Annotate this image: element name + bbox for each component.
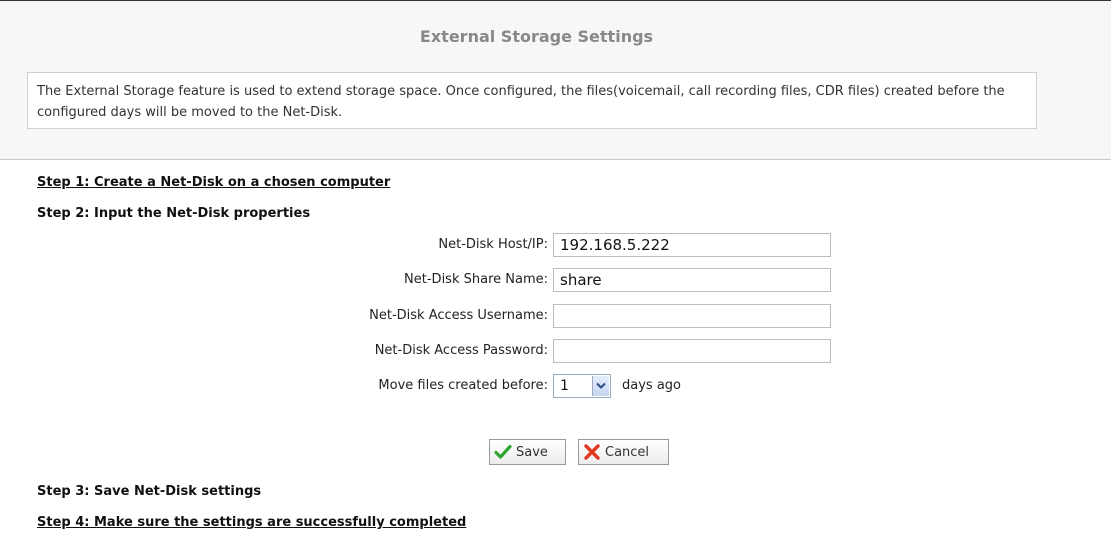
- host-label: Net-Disk Host/IP:: [438, 237, 548, 252]
- username-row: Net-Disk Access Username:: [0, 304, 1111, 328]
- days-label: Move files created before:: [378, 378, 548, 393]
- share-label: Net-Disk Share Name:: [404, 272, 548, 287]
- host-row: Net-Disk Host/IP:: [0, 233, 1111, 257]
- days-select[interactable]: 1: [553, 374, 611, 398]
- description-box: The External Storage feature is used to …: [27, 72, 1037, 129]
- step3-heading: Step 3: Save Net-Disk settings: [37, 484, 262, 499]
- step1-link[interactable]: Step 1: Create a Net-Disk on a chosen co…: [37, 175, 390, 190]
- page-title: External Storage Settings: [419, 27, 654, 46]
- chevron-down-icon[interactable]: [592, 376, 609, 396]
- cancel-button[interactable]: Cancel: [578, 439, 669, 465]
- checkmark-icon: [494, 444, 512, 459]
- days-row: Move files created before: 1 days ago: [0, 374, 1111, 398]
- save-button-label: Save: [516, 444, 548, 460]
- header-area: External Storage Settings The External S…: [0, 1, 1111, 160]
- username-input[interactable]: [553, 304, 831, 328]
- x-icon: [584, 444, 600, 460]
- save-button[interactable]: Save: [489, 439, 566, 465]
- days-select-value: 1: [560, 378, 569, 394]
- password-label: Net-Disk Access Password:: [374, 343, 548, 358]
- username-label: Net-Disk Access Username:: [369, 308, 548, 323]
- password-row: Net-Disk Access Password:: [0, 339, 1111, 363]
- step4-link[interactable]: Step 4: Make sure the settings are succe…: [37, 515, 466, 530]
- share-row: Net-Disk Share Name:: [0, 268, 1111, 292]
- cancel-button-label: Cancel: [605, 444, 650, 460]
- step2-heading: Step 2: Input the Net-Disk properties: [37, 206, 311, 221]
- password-input[interactable]: [553, 339, 831, 363]
- days-suffix: days ago: [622, 378, 681, 393]
- share-input[interactable]: [553, 268, 831, 292]
- host-input[interactable]: [553, 233, 831, 257]
